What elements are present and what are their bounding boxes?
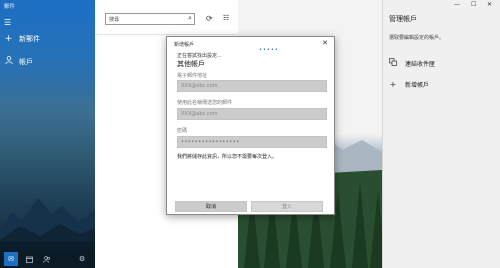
password-field[interactable]: •••••••••••••••••: [177, 136, 327, 148]
add-account-label: 新增帳戶: [405, 82, 430, 89]
send-name-label: 使用此名稱傳送您的郵件: [177, 100, 233, 106]
nav-bottom-bar: ✉ ⚙: [0, 250, 95, 268]
email-field[interactable]: XXX@abc.com: [177, 80, 327, 92]
navigation-pane: 郵件 ☰ + 新郵件 帳戶 ✉ ⚙: [0, 0, 95, 268]
manage-accounts-panel: — ☐ ✕ 管理帳戶 選取要編輯設定的帳戶。 連結收件匣 + 新增帳戶: [382, 0, 500, 268]
dialog-title: 其他帳戶: [177, 60, 205, 68]
maximize-icon[interactable]: ☐: [471, 1, 476, 8]
app-title: 郵件: [4, 4, 16, 10]
new-mail-label: 新郵件: [19, 35, 40, 43]
manage-accounts-subtitle: 選取要編輯設定的帳戶。: [389, 35, 445, 41]
password-label: 密碼: [177, 128, 188, 134]
link-inboxes-icon: [389, 58, 397, 68]
person-icon: [4, 56, 13, 67]
dialog-status-text: 正在嘗試找出設定...: [177, 53, 222, 59]
dialog-close-icon[interactable]: ✕: [322, 39, 328, 47]
link-inboxes-label: 連結收件匣: [405, 60, 436, 68]
hamburger-menu-icon[interactable]: ☰: [4, 18, 11, 27]
add-account-dialog: 新增帳戶 ✕ ••••• 正在嘗試找出設定... 其他帳戶 電子郵件地址 XXX…: [166, 36, 335, 215]
manage-accounts-title: 管理帳戶: [389, 15, 417, 23]
new-mail-button[interactable]: + 新郵件: [4, 34, 40, 44]
cancel-button[interactable]: 取消: [175, 201, 247, 212]
mountain-background: [0, 198, 95, 250]
window-close-icon[interactable]: ✕: [487, 1, 492, 8]
link-inboxes-button[interactable]: 連結收件匣: [389, 58, 435, 68]
accounts-button[interactable]: 帳戶: [4, 56, 33, 67]
settings-gear-icon[interactable]: ⚙: [75, 252, 89, 266]
sync-icon[interactable]: ⟳: [206, 14, 213, 23]
add-account-button[interactable]: + 新增帳戶: [389, 80, 429, 89]
calendar-icon[interactable]: [22, 252, 36, 266]
filter-list-icon[interactable]: ☷: [223, 14, 229, 22]
login-button[interactable]: 登入: [251, 201, 323, 212]
minimize-icon[interactable]: —: [454, 1, 460, 8]
list-divider: [95, 34, 238, 35]
loading-dots-icon: •••••: [259, 47, 279, 53]
search-box[interactable]: 搜尋 ⌕: [105, 13, 195, 25]
accounts-label: 帳戶: [19, 57, 33, 66]
search-input[interactable]: 搜尋: [109, 16, 119, 23]
plus-icon: +: [4, 33, 13, 44]
save-info-note: 我們將儲存此資訊，所以您不需要每次登入。: [177, 154, 278, 160]
mail-icon[interactable]: ✉: [4, 252, 18, 266]
email-label: 電子郵件地址: [177, 73, 208, 79]
search-icon[interactable]: ⌕: [188, 14, 192, 23]
people-icon[interactable]: [40, 252, 54, 266]
dialog-header: 新增帳戶: [174, 42, 195, 48]
send-name-field[interactable]: XXX@abc.com: [177, 108, 327, 120]
plus-icon: +: [389, 79, 397, 89]
